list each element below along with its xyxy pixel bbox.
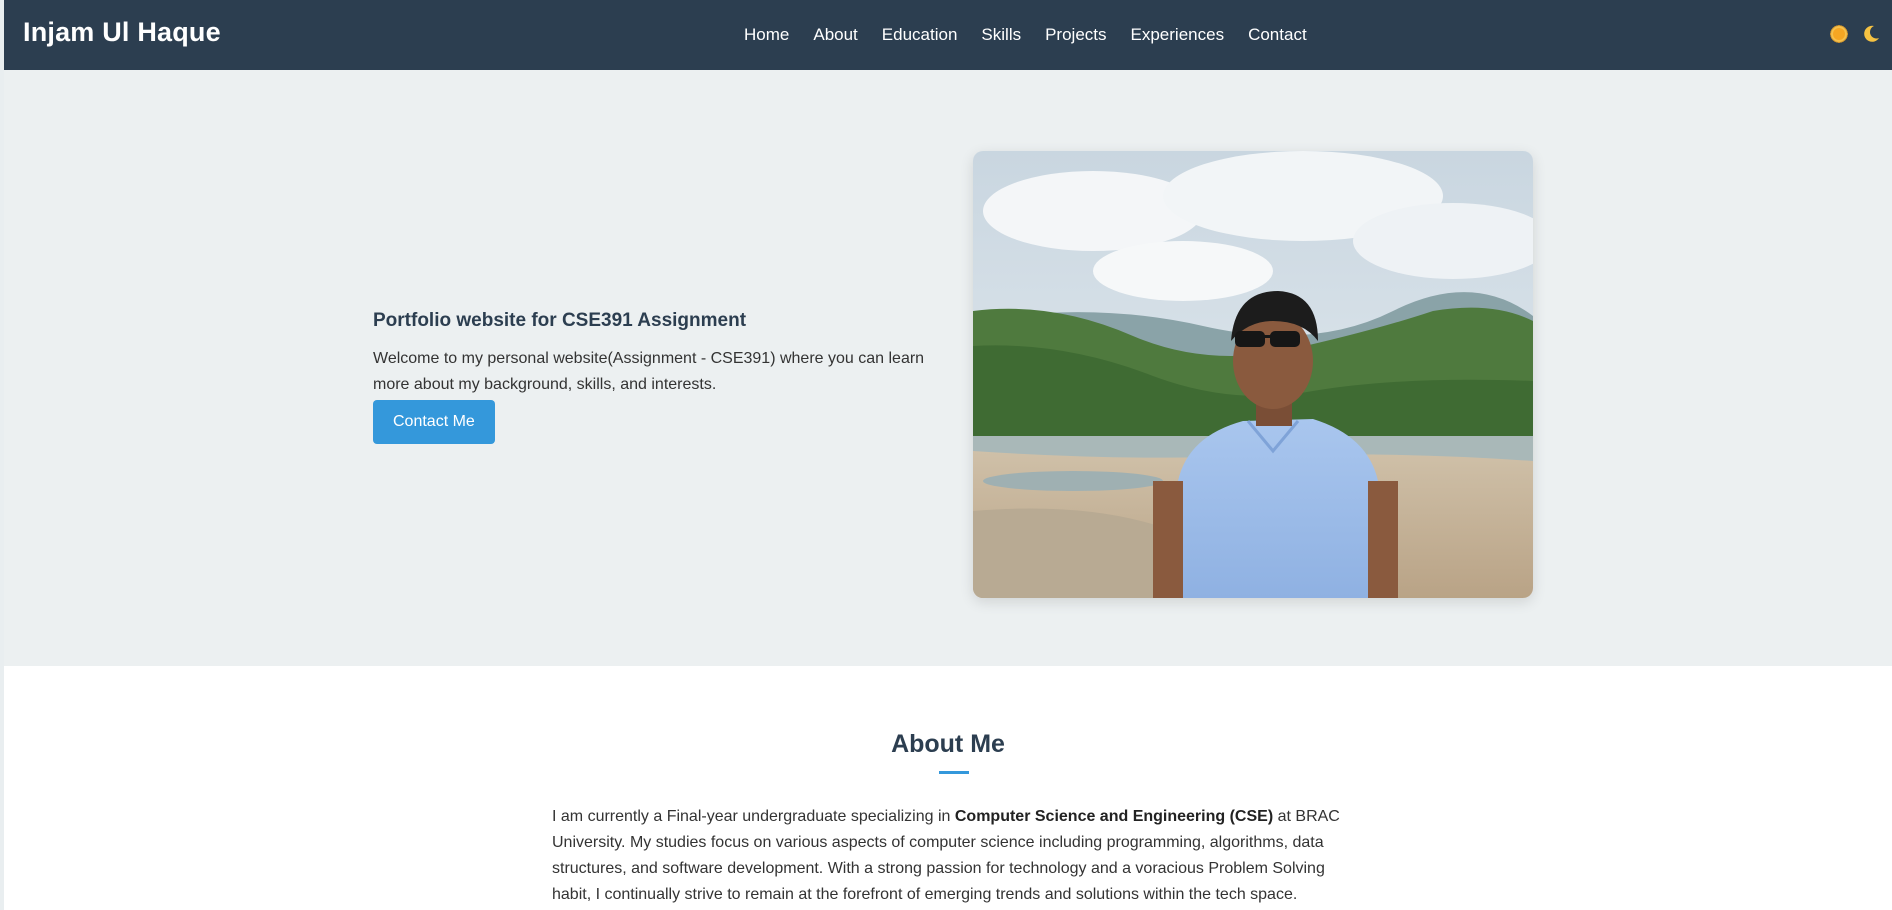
moon-icon[interactable] [1861, 24, 1881, 44]
nav-link-skills[interactable]: Skills [981, 25, 1021, 45]
nav-link-education[interactable]: Education [882, 25, 958, 45]
about-title-underline [939, 771, 969, 774]
nav-link-about[interactable]: About [813, 25, 857, 45]
hero-title: Portfolio website for CSE391 Assignment [373, 310, 747, 331]
profile-photo [973, 151, 1533, 598]
nav-link-experiences[interactable]: Experiences [1131, 25, 1225, 45]
about-text-highlight: Computer Science and Engineering (CSE) [954, 808, 1274, 825]
navbar: Injam Ul Haque Home About Education Skil… [4, 0, 1892, 70]
about-text-start: I am currently a Final-year undergraduat… [552, 808, 955, 825]
about-section: About Me I am currently a Final-year und… [4, 666, 1892, 910]
site-brand[interactable]: Injam Ul Haque [23, 17, 221, 48]
nav-links: Home About Education Skills Projects Exp… [744, 0, 1331, 70]
hero-text-block: Portfolio website for CSE391 Assignment … [373, 310, 933, 444]
nav-link-home[interactable]: Home [744, 25, 789, 45]
contact-me-button[interactable]: Contact Me [373, 400, 495, 444]
sun-icon[interactable] [1829, 24, 1849, 44]
about-title: About Me [891, 730, 1005, 758]
nav-link-projects[interactable]: Projects [1045, 25, 1106, 45]
hero-description: Welcome to my personal website(Assignmen… [373, 350, 925, 393]
about-paragraph: I am currently a Final-year undergraduat… [552, 804, 1352, 908]
hero-section: Portfolio website for CSE391 Assignment … [4, 70, 1892, 666]
nav-link-contact[interactable]: Contact [1248, 25, 1307, 45]
theme-toggles [1829, 24, 1881, 44]
